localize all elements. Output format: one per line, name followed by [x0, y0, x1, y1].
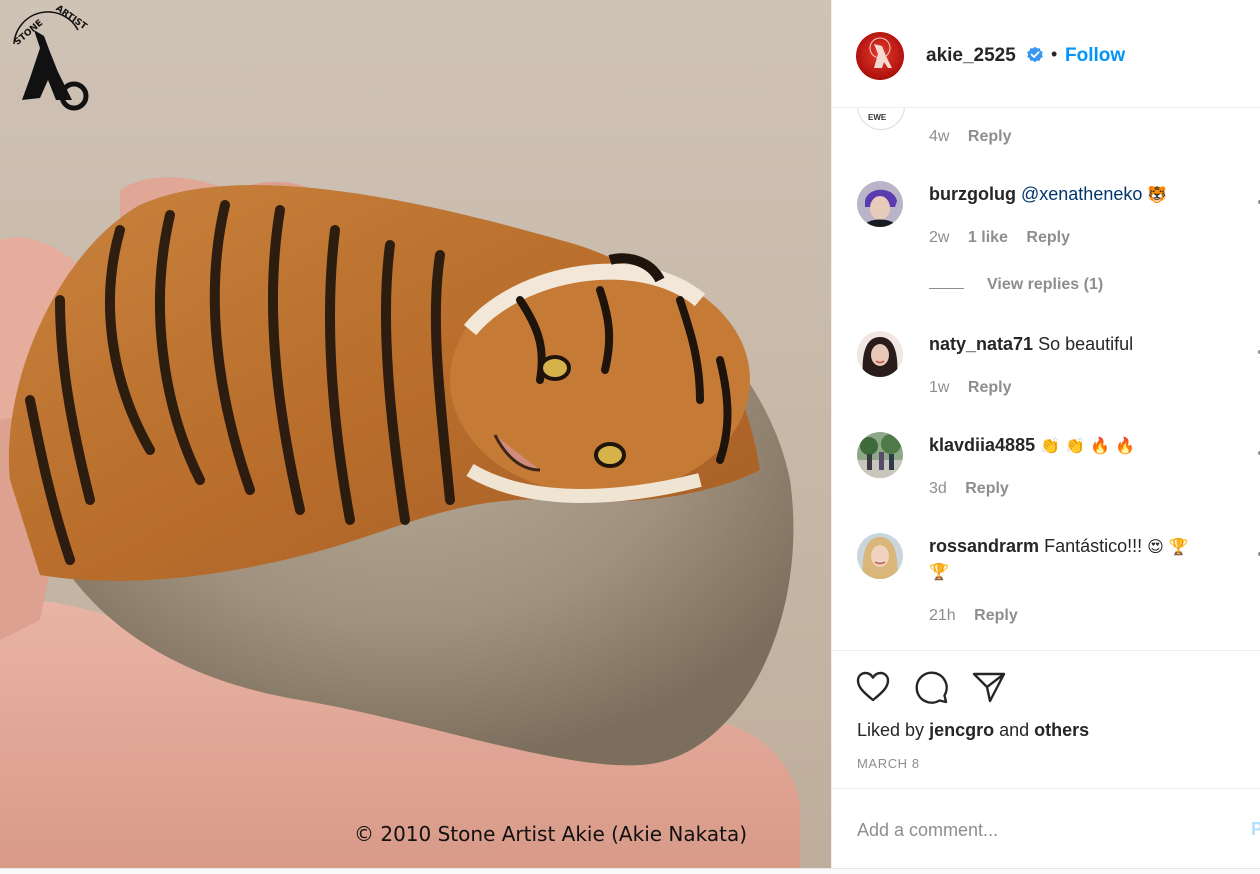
- comment-text: So beautiful: [1038, 334, 1134, 354]
- tiger-stone-illustration: [0, 177, 800, 868]
- comment-time: 1w: [929, 379, 950, 396]
- stone-artist-logo-icon: STONE ARTIST: [13, 4, 90, 111]
- comment-meta: 1w Reply: [929, 379, 1011, 397]
- liked-user-link[interactable]: jencgro: [929, 720, 994, 740]
- comment-emoji: 😍 🏆: [1147, 537, 1189, 556]
- avatar-image: [857, 331, 903, 377]
- post-actions: Liked by jencgro and others MARCH 8: [832, 650, 1260, 789]
- post-photo[interactable]: STONE ARTIST © 2010 Stone Artist Akie (A…: [0, 0, 831, 868]
- header-separator: •: [1051, 44, 1058, 64]
- window-bottom-edge: [0, 868, 1260, 874]
- comment-text: Fantástico!!!: [1044, 536, 1143, 556]
- liked-prefix: Liked by: [857, 720, 925, 740]
- comment-username[interactable]: klavdiia4885: [929, 435, 1035, 455]
- post-header: akie_2525 • Follow: [832, 0, 1260, 108]
- post-date[interactable]: MARCH 8: [857, 756, 920, 771]
- comment-avatar[interactable]: [857, 533, 903, 579]
- author-avatar-image: [869, 37, 892, 68]
- avatar-text: EWE: [868, 113, 887, 122]
- comment-meta: 3d Reply: [929, 480, 1009, 498]
- comment-avatar[interactable]: EWE: [857, 108, 905, 130]
- comment-time: 3d: [929, 480, 947, 497]
- reply-button[interactable]: Reply: [974, 607, 1018, 624]
- liked-by-summary: Liked by jencgro and others: [857, 720, 1089, 741]
- comment-meta: 4w Reply: [929, 128, 1011, 146]
- comment-body: rossandrarm Fantástico!!! 😍 🏆 🏆: [929, 534, 1229, 584]
- comment-body: naty_nata71 So beautiful: [929, 332, 1133, 357]
- view-replies-button[interactable]: View replies (1): [987, 276, 1103, 294]
- add-comment-bar: Post: [832, 788, 1260, 869]
- comment-time: 21h: [929, 607, 956, 624]
- heart-icon[interactable]: [855, 669, 891, 705]
- comment-body: klavdiia4885 👏 👏 🔥 🔥: [929, 433, 1135, 458]
- comment-time: 4w: [929, 128, 950, 145]
- verified-badge-icon: [1027, 46, 1043, 63]
- comment-mention[interactable]: @xenatheneko: [1021, 184, 1142, 204]
- comment-like-count[interactable]: 1 like: [968, 229, 1008, 246]
- reply-button[interactable]: Reply: [1026, 229, 1070, 246]
- svg-text:ARTIST: ARTIST: [54, 4, 90, 33]
- comment-emoji: 👏 👏 🔥 🔥: [1040, 436, 1136, 455]
- comment-meta: 2w 1 like Reply: [929, 229, 1070, 247]
- comment-username[interactable]: burzgolug: [929, 184, 1016, 204]
- comment-avatar[interactable]: [857, 432, 903, 478]
- comment-icon[interactable]: [913, 669, 949, 705]
- liked-and: and: [999, 720, 1030, 740]
- comments-list[interactable]: EWE 4w Reply burzgolug @xenatheneko 🐯 2w…: [832, 108, 1260, 650]
- liked-others-link[interactable]: others: [1034, 720, 1089, 740]
- comment-emoji: 🏆: [929, 562, 949, 581]
- comment-input[interactable]: [857, 813, 1217, 847]
- comment-avatar[interactable]: [857, 181, 903, 227]
- comment-meta: 21h Reply: [929, 607, 1018, 625]
- post-sidebar: akie_2525 • Follow EWE 4w Reply burzgolu…: [831, 0, 1260, 868]
- reply-button[interactable]: Reply: [965, 480, 1009, 497]
- comment-username[interactable]: rossandrarm: [929, 536, 1039, 556]
- view-replies-line: [929, 288, 964, 289]
- follow-button[interactable]: Follow: [1065, 45, 1125, 67]
- comment-body: burzgolug @xenatheneko 🐯: [929, 182, 1167, 207]
- reply-button[interactable]: Reply: [968, 128, 1012, 145]
- reply-button[interactable]: Reply: [968, 379, 1012, 396]
- avatar-image: [857, 432, 903, 478]
- avatar-image: [857, 533, 903, 579]
- author-avatar[interactable]: [856, 32, 904, 80]
- share-icon[interactable]: [971, 669, 1007, 705]
- avatar-image: [857, 181, 903, 227]
- photo-credit-watermark: © 2010 Stone Artist Akie (Akie Nakata): [354, 822, 748, 846]
- comment-time: 2w: [929, 229, 950, 246]
- author-username[interactable]: akie_2525: [926, 45, 1016, 67]
- comment-avatar[interactable]: [857, 331, 903, 377]
- comment-username[interactable]: naty_nata71: [929, 334, 1033, 354]
- post-comment-button[interactable]: Post: [1251, 819, 1260, 840]
- comment-emoji: 🐯: [1147, 185, 1168, 204]
